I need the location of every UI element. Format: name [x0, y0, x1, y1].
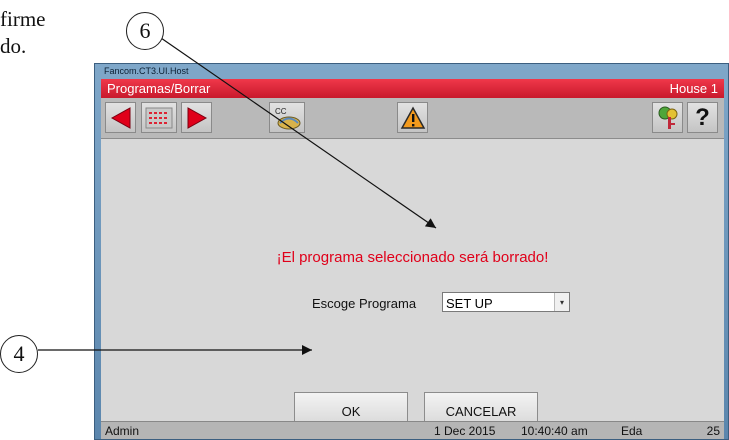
list-button[interactable]: [141, 102, 177, 133]
app-window: Fancom.CT3.UI.Host Programas/Borrar Hous…: [94, 63, 729, 440]
status-user: Admin: [105, 424, 140, 438]
status-date: 1 Dec 2015: [434, 424, 496, 438]
help-icon: ?: [695, 103, 710, 131]
list-icon: [145, 107, 173, 128]
cc-icon: CC: [275, 107, 301, 129]
program-select[interactable]: SET UP ▾: [442, 292, 570, 312]
next-arrow-icon: [187, 106, 207, 129]
window-title: Fancom.CT3.UI.Host: [104, 66, 189, 76]
prev-button[interactable]: [105, 102, 136, 133]
delete-warning-text: ¡El programa seleccionado será borrado!: [276, 249, 549, 266]
cc-icon-label: CC: [275, 107, 287, 116]
prev-arrow-icon: [110, 106, 130, 129]
toolbar: CC ?: [101, 98, 724, 139]
next-button[interactable]: [181, 102, 212, 133]
status-bar: Admin 1 Dec 2015 10:40:40 am Eda 25: [101, 421, 724, 439]
breadcrumb: Programas/Borrar: [107, 81, 211, 96]
warning-icon: [400, 105, 425, 129]
status-time: 10:40:40 am: [521, 424, 588, 438]
program-select-label: Escoge Programa: [312, 296, 417, 311]
chevron-down-icon[interactable]: ▾: [554, 293, 569, 311]
status-page: 25: [706, 424, 720, 438]
alarm-button[interactable]: [397, 102, 428, 133]
callout-4: 4: [0, 335, 38, 373]
callout-6: 6: [126, 12, 164, 50]
header-bar: Programas/Borrar House 1: [101, 79, 724, 98]
house-label: House 1: [669, 81, 718, 96]
status-mode: Eda: [621, 424, 643, 438]
login-button[interactable]: [652, 102, 683, 133]
cc-button[interactable]: CC: [269, 102, 305, 133]
key-icon: [658, 106, 677, 129]
program-select-value: SET UP: [446, 296, 493, 311]
document-text-line-2: do.: [0, 34, 27, 58]
dialog-panel: ¡El programa seleccionado será borrado! …: [101, 139, 724, 430]
help-button[interactable]: ?: [687, 102, 718, 133]
document-text-line-1: firme: [0, 7, 46, 31]
